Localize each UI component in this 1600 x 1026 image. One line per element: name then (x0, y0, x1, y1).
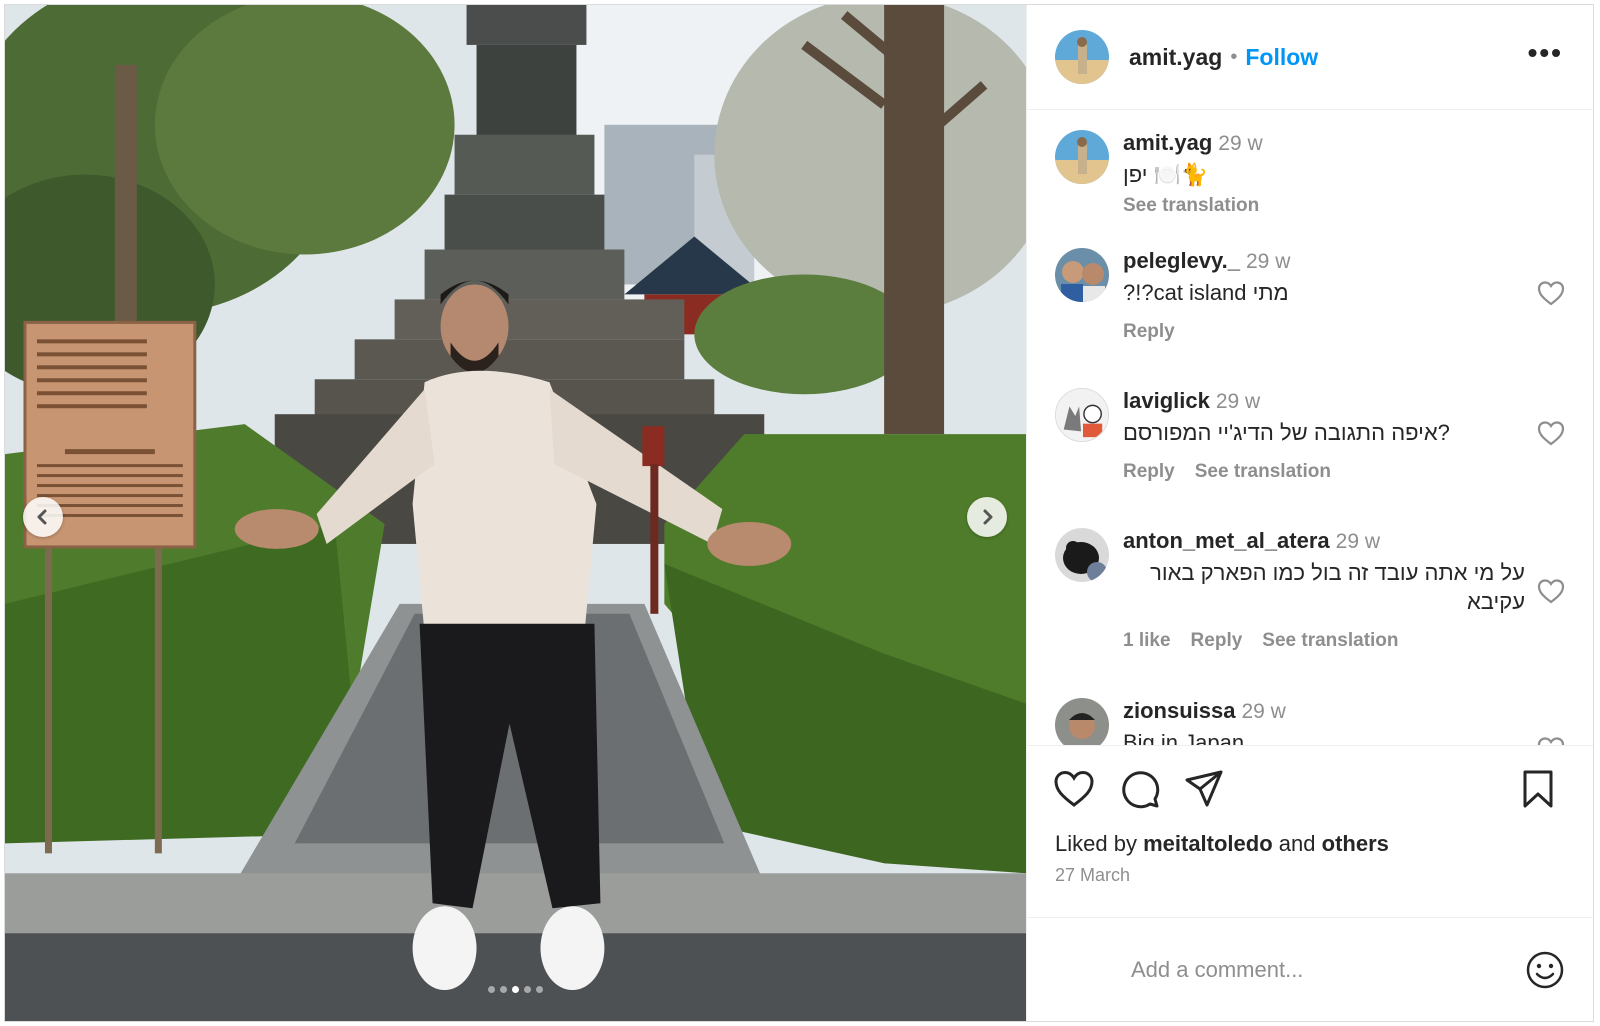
see-translation-link[interactable]: See translation (1195, 461, 1331, 483)
header-separator: • (1230, 45, 1238, 68)
comment-time[interactable]: 29 w (1216, 390, 1260, 413)
comment-text: Big in Japan (1123, 730, 1245, 745)
comment-time[interactable]: 29 w (1246, 250, 1290, 273)
comment-item: zionsuissa 29 w Big in Japan (1055, 698, 1565, 745)
heart-icon[interactable] (1537, 578, 1565, 604)
smiley-icon[interactable] (1525, 950, 1565, 990)
post-photo (5, 5, 1026, 1021)
caption-text: יפן 🍽️🐈 (1123, 162, 1209, 187)
post-action-bar (1027, 745, 1593, 831)
comment-item: laviglick 29 w איפה התגובה של הדיג'יי המפ… (1055, 388, 1565, 483)
more-options-button[interactable]: ••• (1528, 39, 1563, 67)
likes-prefix: Liked by (1055, 831, 1137, 856)
comment-input[interactable] (1129, 955, 1525, 984)
heart-icon[interactable] (1053, 768, 1095, 810)
author-username[interactable]: amit.yag (1129, 44, 1222, 71)
paper-plane-icon[interactable] (1183, 768, 1225, 810)
likes-summary: Liked by meitaltoledo and others (1027, 831, 1593, 857)
carousel-next-button[interactable] (967, 497, 1007, 537)
comment-username[interactable]: zionsuissa (1123, 698, 1235, 723)
caption-avatar[interactable] (1055, 130, 1109, 184)
caption-time[interactable]: 29 w (1218, 132, 1262, 155)
comment-item: peleglevy._ 29 w ?!?cat island מתי Reply (1055, 248, 1565, 343)
carousel-dot (512, 986, 519, 993)
post-header: amit.yag • Follow ••• (1027, 5, 1593, 110)
comment-actions: 1 like Reply See translation (1123, 630, 1565, 652)
reply-button[interactable]: Reply (1123, 321, 1175, 343)
carousel-dot (536, 986, 543, 993)
heart-icon[interactable] (1537, 420, 1565, 446)
reply-button[interactable]: Reply (1123, 461, 1175, 483)
comment-composer (1027, 917, 1593, 1021)
heart-icon[interactable] (1537, 736, 1565, 745)
comment-text: על מי אתה עובד זה בול כמו הפארק באור עקי… (1150, 560, 1525, 614)
see-translation-link[interactable]: See translation (1123, 195, 1565, 217)
commenter-avatar[interactable] (1055, 388, 1109, 442)
post-media (5, 5, 1027, 1021)
commenter-avatar[interactable] (1055, 528, 1109, 582)
like-count[interactable]: 1 like (1123, 630, 1171, 652)
follow-button[interactable]: Follow (1245, 44, 1318, 71)
comment-actions: Reply (1123, 321, 1565, 343)
carousel-dot (488, 986, 495, 993)
chevron-right-icon (983, 509, 993, 525)
post-side-panel: amit.yag • Follow ••• amit.yag 29 w יפן … (1027, 5, 1593, 1021)
comment-username[interactable]: anton_met_al_atera (1123, 528, 1330, 553)
comment-username[interactable]: laviglick (1123, 388, 1210, 413)
likes-user[interactable]: meitaltoledo (1143, 831, 1273, 856)
commenter-avatar[interactable] (1055, 698, 1109, 745)
comment-text: איפה התגובה של הדיג'יי המפורסם? (1123, 420, 1450, 445)
comment-time[interactable]: 29 w (1336, 530, 1380, 553)
reply-button[interactable]: Reply (1191, 630, 1243, 652)
post-dialog: amit.yag • Follow ••• amit.yag 29 w יפן … (4, 4, 1594, 1022)
comment-time[interactable]: 29 w (1241, 700, 1285, 723)
comment-username[interactable]: peleglevy._ (1123, 248, 1240, 273)
comments-list[interactable]: amit.yag 29 w יפן 🍽️🐈 See translation pe… (1027, 110, 1593, 745)
carousel-indicator (5, 986, 1026, 993)
likes-joiner: and (1278, 831, 1316, 856)
carousel-dot (500, 986, 507, 993)
author-avatar[interactable] (1055, 30, 1109, 84)
comment-bubble-icon[interactable] (1119, 768, 1161, 810)
bookmark-icon[interactable] (1517, 768, 1559, 810)
post-date[interactable]: 27 March (1027, 865, 1593, 886)
caption: amit.yag 29 w יפן 🍽️🐈 See translation (1055, 130, 1565, 217)
see-translation-link[interactable]: See translation (1262, 630, 1398, 652)
carousel-dot (524, 986, 531, 993)
likes-others[interactable]: others (1322, 831, 1389, 856)
chevron-left-icon (37, 509, 47, 525)
carousel-prev-button[interactable] (23, 497, 63, 537)
commenter-avatar[interactable] (1055, 248, 1109, 302)
comment-text: ?!?cat island מתי (1123, 280, 1289, 305)
caption-username[interactable]: amit.yag (1123, 130, 1212, 155)
comment-item: anton_met_al_atera 29 w על מי אתה עובד זה… (1055, 528, 1565, 652)
heart-icon[interactable] (1537, 280, 1565, 306)
comment-actions: Reply See translation (1123, 461, 1565, 483)
